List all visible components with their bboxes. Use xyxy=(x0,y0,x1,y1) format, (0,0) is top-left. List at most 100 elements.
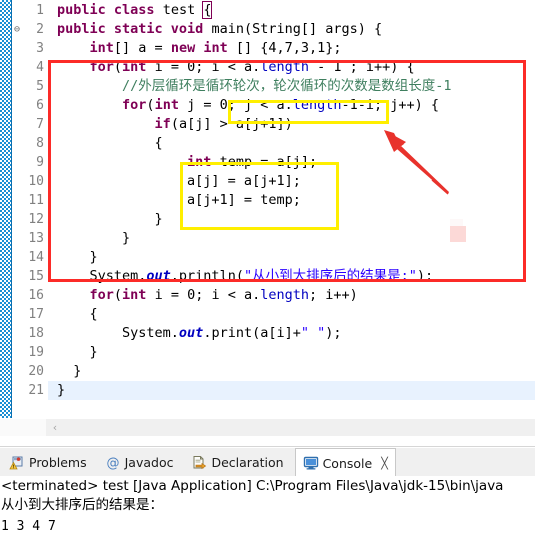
code-token: for xyxy=(89,287,114,303)
code-line-text: } xyxy=(48,249,98,265)
line-number: 7 xyxy=(36,117,44,132)
code-line-text: public class test { xyxy=(48,1,213,19)
code-token: public static void xyxy=(57,21,212,37)
code-token: length xyxy=(260,59,310,75)
console-output-line: 从小到大排序后的结果是： xyxy=(1,497,163,513)
code-line[interactable]: } xyxy=(48,362,535,381)
line-number: 18 xyxy=(28,326,44,341)
code-line-text: } xyxy=(48,230,130,246)
console-output-area[interactable]: <terminated> test [Java Application] C:\… xyxy=(0,477,535,543)
code-text-pane[interactable]: public class test {public static void ma… xyxy=(48,0,535,418)
code-token: length xyxy=(292,97,342,113)
bottom-view-panel[interactable]: Problems @ Javadoc Declaration Console ╳ <ter… xyxy=(0,448,535,543)
code-token: main(String[] args) { xyxy=(211,21,383,37)
console-output-line: 1 3 4 7 xyxy=(1,519,56,534)
code-token: i = 0; i < a. xyxy=(146,59,261,75)
tab-console[interactable]: Console ╳ xyxy=(294,448,396,477)
code-line-text: } xyxy=(48,363,81,379)
code-line-text: //外层循环是循环轮次，轮次循环的次数是数组长度-1 xyxy=(48,78,452,94)
editor-horizontal-scrollbar[interactable]: ‹ xyxy=(0,418,535,437)
problems-icon xyxy=(9,455,25,471)
line-number: 17 xyxy=(28,307,44,322)
code-token: ( xyxy=(146,97,155,113)
tab-close-icon[interactable]: ╳ xyxy=(381,457,388,470)
code-token: a[j] = a[j+1]; xyxy=(57,173,301,189)
code-line[interactable]: //外层循环是循环轮次，轮次循环的次数是数组长度-1 xyxy=(48,77,535,96)
line-number: 3 xyxy=(36,41,44,56)
code-token: ); xyxy=(416,268,434,284)
fold-collapse-icon[interactable]: ⊖ xyxy=(12,20,22,39)
code-token: - 1 ; i++) { xyxy=(309,59,415,75)
code-token: out xyxy=(178,325,204,341)
code-token: length xyxy=(260,287,310,303)
scrollbar-left-pad xyxy=(0,419,46,437)
code-line[interactable]: } xyxy=(48,343,535,362)
code-token: } xyxy=(57,363,82,379)
code-line[interactable]: { xyxy=(48,305,535,324)
scroll-left-arrow-icon[interactable]: ‹ xyxy=(46,419,64,437)
code-line[interactable]: for(int j = 0; j < a.length-1-i; j++) { xyxy=(48,96,535,115)
code-token: if xyxy=(154,116,171,132)
code-token: //外层循环是循环轮次，轮次循环的次数是数组长度-1 xyxy=(57,78,452,94)
code-editor[interactable]: 1 2 ⊖ 3 4 5 6 7 8 9 10 11 12 13 14 15 16 17 18 19 20 21 publi… xyxy=(0,0,535,418)
code-token: test xyxy=(162,2,204,18)
code-token: temp = a[j]; xyxy=(211,154,318,170)
view-tabbar[interactable]: Problems @ Javadoc Declaration Console ╳ xyxy=(0,448,535,477)
panel-divider xyxy=(0,446,535,447)
code-line[interactable]: for(int i = 0; i < a.length; i++) xyxy=(48,286,535,305)
code-line[interactable]: for(int i = 0; i < a.length - 1 ; i++) { xyxy=(48,58,535,77)
code-token: ); xyxy=(325,325,342,341)
code-line-text: for(int i = 0; i < a.length; i++) xyxy=(48,287,358,303)
tab-problems[interactable]: Problems xyxy=(2,448,94,477)
code-token: [] {4,7,3,1}; xyxy=(235,40,342,56)
code-line[interactable]: System.out.print(a[i]+" "); xyxy=(48,324,535,343)
code-line-text: { xyxy=(48,135,163,151)
code-line[interactable]: } xyxy=(48,229,535,248)
code-line[interactable]: int[] a = new int [] {4,7,3,1}; xyxy=(48,39,535,58)
code-line[interactable]: } xyxy=(48,210,535,229)
code-line[interactable]: System.out.println("从小到大排序后的结果是:"); xyxy=(48,267,535,286)
line-number: 14 xyxy=(28,250,44,265)
code-line[interactable]: if(a[j] > a[j+1]) xyxy=(48,115,535,134)
code-token: System. xyxy=(57,268,147,284)
line-number: 13 xyxy=(28,231,44,246)
code-token: public xyxy=(57,2,114,18)
line-number: 19 xyxy=(28,345,44,360)
tab-label: Problems xyxy=(29,455,87,470)
code-token: } xyxy=(57,211,163,227)
tab-label: Console xyxy=(322,455,373,471)
code-line-text: if(a[j] > a[j+1]) xyxy=(48,116,293,132)
tab-javadoc[interactable]: @ Javadoc xyxy=(98,448,181,477)
line-number: 6 xyxy=(36,98,44,113)
svg-text:@: @ xyxy=(106,456,119,471)
code-token: " " xyxy=(300,325,326,341)
code-line-text: int temp = a[j]; xyxy=(48,154,317,170)
code-token: } xyxy=(57,382,66,398)
code-token: (a[j] > a[j+1]) xyxy=(170,116,293,132)
line-number: 15 xyxy=(28,269,44,284)
code-line[interactable]: a[j+1] = temp; xyxy=(48,191,535,210)
line-number: 12 xyxy=(28,212,44,227)
code-line[interactable]: } xyxy=(48,381,535,400)
code-line[interactable]: public static void main(String[] args) { xyxy=(48,20,535,39)
code-line-text: } xyxy=(48,344,98,360)
code-line[interactable]: int temp = a[j]; xyxy=(48,153,535,172)
line-number: 1 xyxy=(36,3,44,18)
code-token: int xyxy=(187,154,212,170)
code-token: .print(a[i]+ xyxy=(203,325,301,341)
line-number: 21 xyxy=(28,383,44,398)
code-line[interactable]: public class test { xyxy=(48,1,535,20)
code-token: int xyxy=(154,97,179,113)
code-token: class xyxy=(113,2,163,18)
code-token: [] a = xyxy=(113,40,171,56)
code-token: int xyxy=(122,59,147,75)
code-line[interactable]: a[j] = a[j+1]; xyxy=(48,172,535,191)
code-token: } xyxy=(57,344,98,360)
tab-declaration[interactable]: Declaration xyxy=(184,448,290,477)
code-line[interactable]: { xyxy=(48,134,535,153)
code-line[interactable]: } xyxy=(48,248,535,267)
annotation-ruler-strip[interactable] xyxy=(0,0,11,418)
